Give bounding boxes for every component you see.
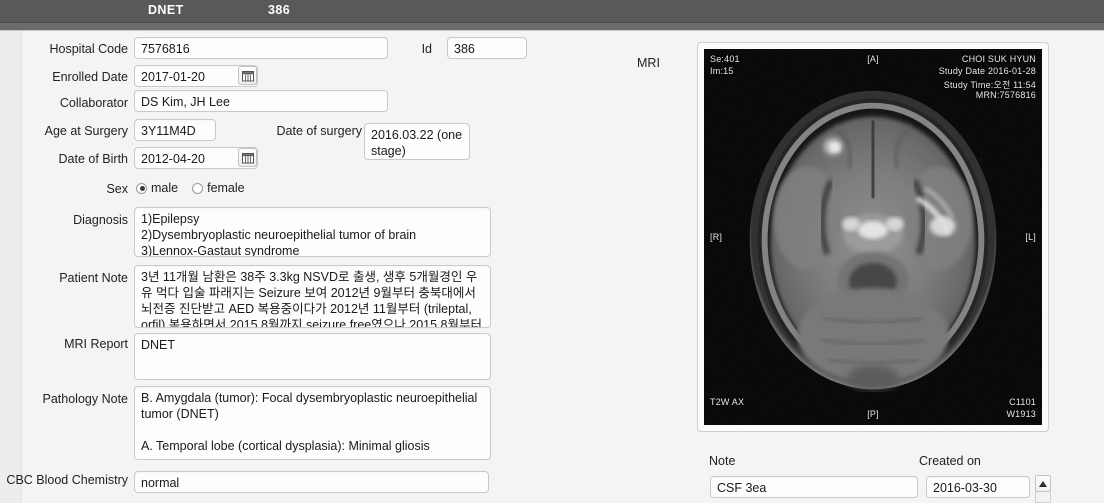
- id-input[interactable]: 386: [447, 37, 527, 59]
- dicom-study-date: Study Date 2016-01-28: [938, 66, 1036, 76]
- dicom-patient-name: CHOI SUK HYUN: [961, 54, 1036, 64]
- dicom-sequence-label: T2W AX: [710, 397, 745, 407]
- sex-radio-group: male female: [136, 181, 255, 195]
- created-on-column-header: Created on: [919, 454, 981, 468]
- enrolled-date-label: Enrolled Date: [52, 70, 128, 84]
- calendar-icon[interactable]: [238, 148, 257, 167]
- sex-label: Sex: [106, 182, 128, 196]
- mri-viewer-panel[interactable]: Se:401 Im:15 [A] [P] [R] [L] CHOI SUK HY…: [697, 42, 1049, 432]
- dicom-mrn: MRN:7576816: [975, 90, 1036, 100]
- created-on-value-input[interactable]: 2016-03-30: [926, 476, 1030, 498]
- hospital-code-input[interactable]: 7576816: [134, 37, 388, 59]
- window-record-id: 386: [268, 3, 291, 17]
- dicom-orientation-left: [L]: [1025, 232, 1036, 242]
- mri-report-label: MRI Report: [64, 337, 128, 351]
- brain-axial-slice-graphic: [704, 49, 1042, 425]
- triangle-up-icon[interactable]: [1035, 475, 1051, 492]
- id-label: Id: [421, 42, 432, 56]
- window-title: DNET: [148, 3, 184, 17]
- cbc-blood-chemistry-input[interactable]: normal: [134, 471, 489, 493]
- hospital-code-label: Hospital Code: [49, 42, 128, 56]
- calendar-icon[interactable]: [238, 66, 257, 85]
- diagnosis-textarea[interactable]: 1)Epilepsy 2)Dysembryoplastic neuroepith…: [134, 207, 491, 257]
- header-band: [0, 23, 1104, 31]
- pathology-note-label: Pathology Note: [42, 392, 128, 406]
- note-column-header: Note: [709, 454, 736, 468]
- sex-option-male-label: male: [151, 181, 179, 195]
- dicom-window-center: C1101: [1009, 397, 1036, 407]
- age-at-surgery-label: Age at Surgery: [44, 124, 128, 138]
- mri-report-textarea[interactable]: DNET: [134, 333, 491, 380]
- pathology-note-textarea[interactable]: B. Amygdala (tumor): Focal dysembryoplas…: [134, 386, 491, 460]
- date-of-surgery-input[interactable]: 2016.03.22 (one stage): [364, 123, 470, 160]
- cbc-blood-chemistry-label: CBC Blood Chemistry: [6, 473, 128, 487]
- dicom-orientation-posterior: [P]: [867, 409, 879, 419]
- mri-section-label: MRI: [637, 56, 660, 70]
- patient-record-window: DNET 386 Hospital Code 7576816 Id 386 En…: [0, 0, 1104, 503]
- sex-radio-male[interactable]: [136, 182, 147, 194]
- collaborator-input[interactable]: DS Kim, JH Lee: [134, 90, 388, 112]
- sex-option-female-label: female: [207, 181, 245, 195]
- date-of-surgery-label: Date of surgery: [276, 124, 362, 138]
- dicom-orientation-right: [R]: [710, 232, 723, 242]
- sex-radio-female[interactable]: [192, 182, 204, 194]
- note-table-panel: Note Created on CSF 3ea 2016-03-30: [697, 449, 1104, 503]
- age-at-surgery-input[interactable]: 3Y11M4D: [134, 119, 216, 141]
- diagnosis-label: Diagnosis: [73, 213, 128, 227]
- dicom-window-width: W1913: [1006, 409, 1036, 419]
- dicom-image-number: Im:15: [710, 66, 734, 76]
- note-value-input[interactable]: CSF 3ea: [710, 476, 918, 498]
- mri-image[interactable]: Se:401 Im:15 [A] [P] [R] [L] CHOI SUK HY…: [704, 49, 1042, 425]
- patient-note-label: Patient Note: [59, 271, 128, 285]
- collaborator-label: Collaborator: [59, 96, 128, 110]
- patient-note-textarea[interactable]: 3년 11개월 남환은 38주 3.3kg NSVD로 출생, 생후 5개월경인…: [134, 265, 491, 328]
- window-titlebar: DNET 386: [0, 0, 1104, 23]
- note-scrollbar-track[interactable]: [1035, 492, 1051, 503]
- date-of-birth-label: Date of Birth: [58, 152, 128, 166]
